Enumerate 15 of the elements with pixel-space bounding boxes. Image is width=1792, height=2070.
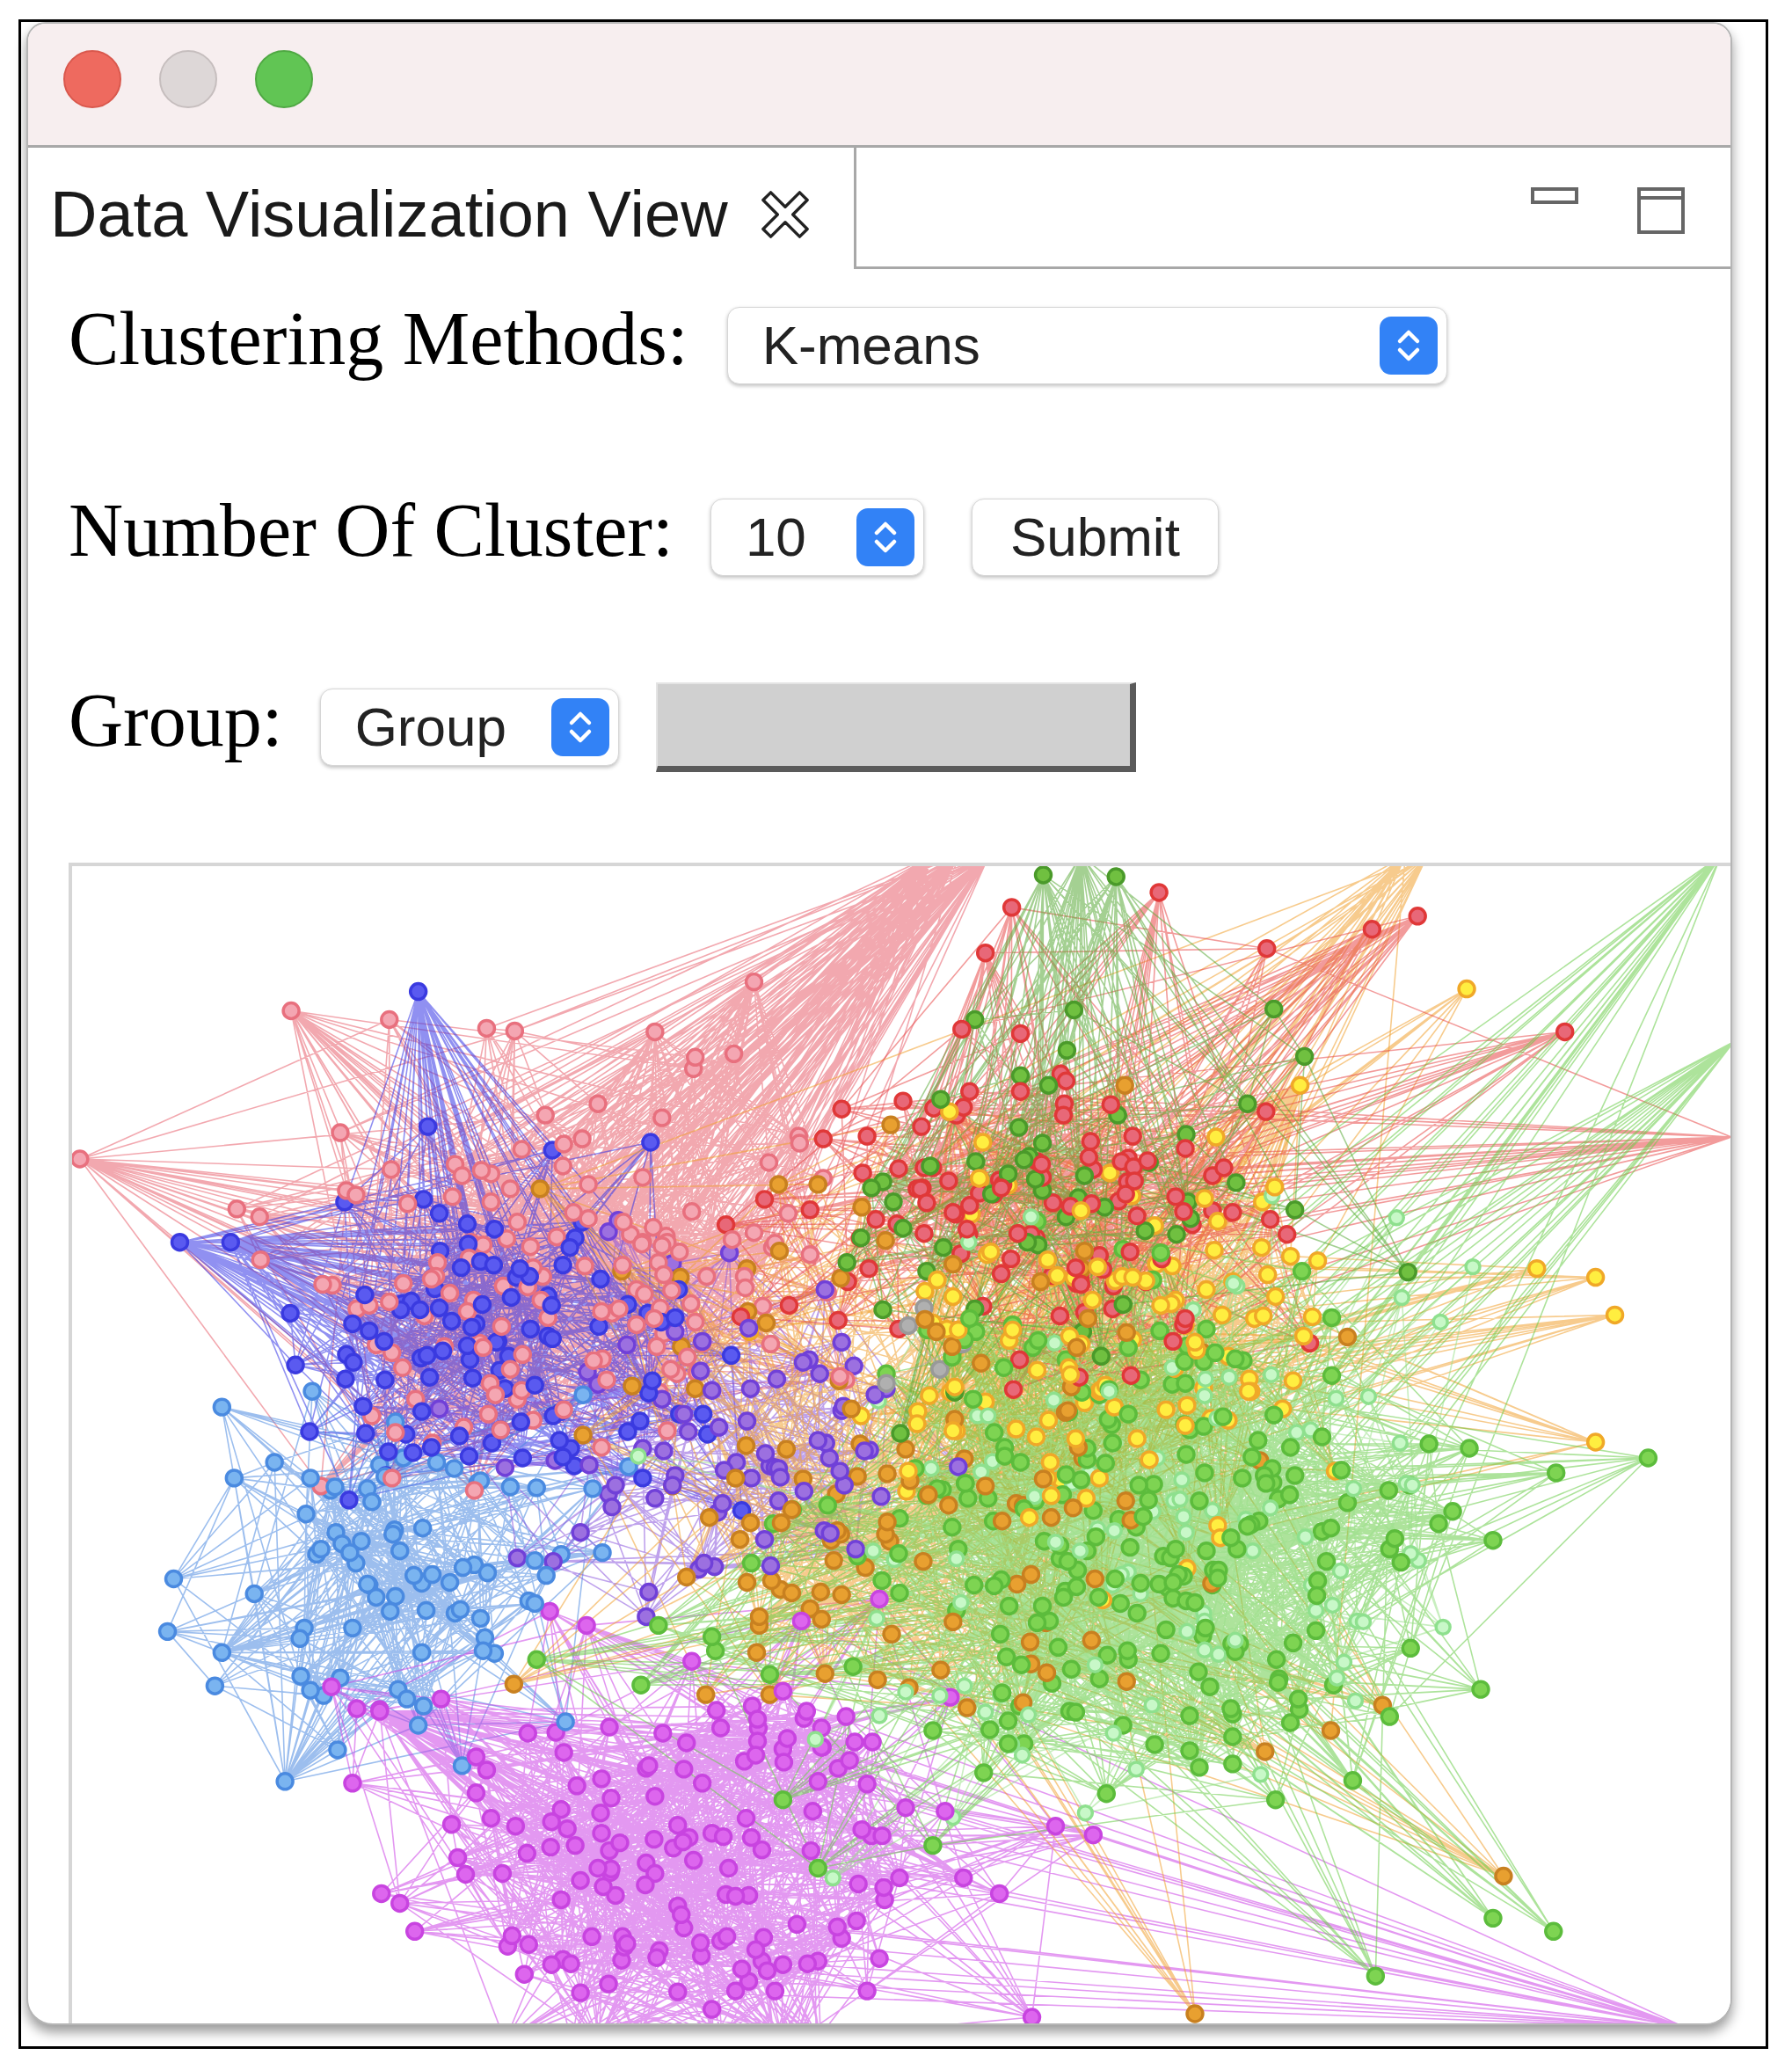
chevron-updown-icon [1379, 317, 1438, 375]
chevron-updown-icon [550, 698, 609, 756]
cluster-count-dropdown[interactable]: 10 [710, 499, 924, 576]
close-icon[interactable] [759, 189, 811, 240]
submit-button[interactable]: Submit [971, 499, 1219, 576]
maximize-icon[interactable] [1637, 187, 1685, 234]
chevron-updown-icon [856, 508, 914, 566]
field-label: Clustering Methods: [69, 295, 688, 383]
group-dropdown[interactable]: Group [319, 689, 619, 766]
field-label: Group: [69, 677, 283, 765]
field-label: Number Of Cluster: [69, 487, 674, 575]
tab[interactable]: Data Visualization View [28, 148, 856, 269]
empty-button[interactable] [655, 682, 1136, 772]
minimize-icon[interactable] [1531, 187, 1578, 204]
method-dropdown[interactable]: K-means [726, 307, 1447, 384]
